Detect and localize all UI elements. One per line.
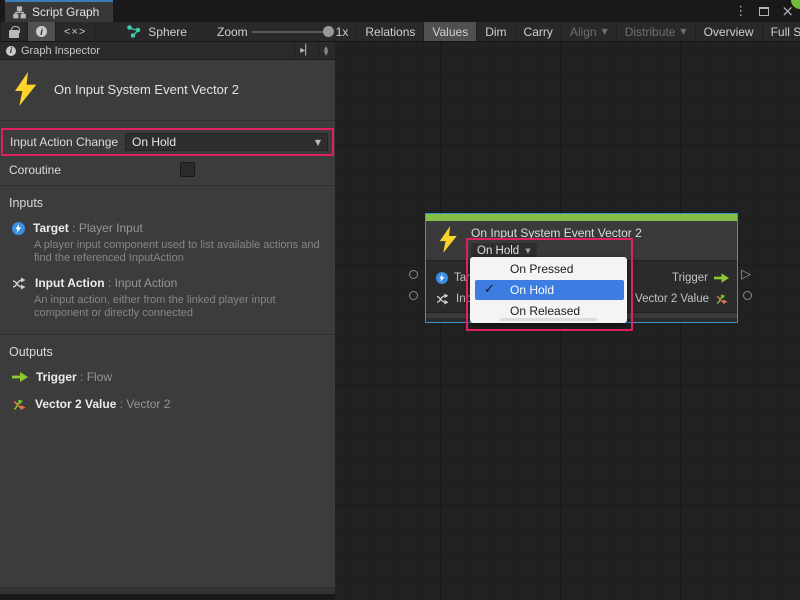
input-action-change-row-highlighted: Input Action Change On Hold ▼ (1, 128, 334, 156)
dock-icon[interactable]: ▸▏ (294, 42, 319, 60)
outputs-heading: Outputs (0, 335, 335, 363)
zoom-slider[interactable] (252, 31, 332, 33)
target-input-port[interactable] (409, 270, 418, 279)
input-action-port-description: An input action, either from the linked … (0, 292, 335, 324)
port-type: Flow (87, 370, 112, 384)
chevron-down-icon: ▼ (602, 27, 608, 36)
overview-button[interactable]: Overview (695, 22, 762, 41)
event-bolt-icon (439, 226, 458, 253)
event-bolt-icon (14, 72, 38, 106)
node-header[interactable]: On Input System Event Vector 2 On Hold ▼ (426, 221, 737, 260)
lock-button[interactable] (0, 22, 28, 41)
vector2-output-port[interactable] (743, 291, 752, 300)
info-icon: i (36, 26, 47, 37)
port-type: Player Input (79, 221, 143, 235)
more-icon[interactable]: ⋮ (734, 5, 747, 18)
graph-name-label: Sphere (148, 25, 187, 39)
node-inspector-title-row: On Input System Event Vector 2 (0, 60, 335, 121)
relations-button[interactable]: Relations (356, 22, 423, 41)
flow-arrow-icon (714, 273, 729, 283)
graph-inspector-panel: i Graph Inspector ▸▏ ▲ ▼ On Input System… (0, 42, 335, 594)
input-action-icon (12, 277, 27, 290)
maximize-icon[interactable] (759, 7, 769, 16)
player-input-icon (436, 272, 448, 284)
input-action-port-row: Input Action : Input Action (0, 269, 335, 292)
values-button[interactable]: Values (423, 22, 476, 41)
inspector-toggle-button[interactable]: i (28, 22, 56, 41)
panel-scroll-arrows[interactable]: ▲ ▼ (319, 42, 333, 60)
graph-toolbar: i <×> Sphere Zoom 1x R (0, 22, 800, 42)
input-action-icon (436, 293, 450, 305)
player-input-icon (12, 222, 25, 235)
dropdown-value: On Hold (132, 135, 176, 149)
graph-inspector-title: Graph Inspector (21, 45, 100, 57)
sphere-graph-icon (127, 25, 141, 38)
node-title: On Input System Event Vector 2 (471, 226, 642, 240)
node-vector2-port-label[interactable]: Vector 2 Value (635, 293, 709, 305)
toolbar-right-group: Relations Values Dim Carry Align ▼ Distr… (356, 22, 800, 41)
edit-source-button[interactable]: <×> (56, 22, 95, 41)
inputs-heading: Inputs (0, 186, 335, 214)
unity-script-graph-window: Script Graph ⋮ × i <×> (0, 0, 800, 600)
graph-breadcrumb[interactable]: Sphere (95, 22, 195, 41)
distribute-button[interactable]: Distribute ▼ (616, 22, 695, 41)
check-icon: ✓ (484, 282, 495, 297)
menu-item-on-hold[interactable]: ✓ On Hold (475, 280, 624, 300)
port-type: Vector 2 (126, 397, 170, 411)
tab-bar: Script Graph ⋮ × (0, 0, 800, 22)
coroutine-checkbox[interactable] (180, 162, 195, 177)
port-name: Input Action (35, 276, 105, 290)
carry-button[interactable]: Carry (515, 22, 561, 41)
graph-canvas[interactable]: On Input System Event Vector 2 On Hold ▼… (335, 42, 800, 600)
zoom-label: Zoom (217, 25, 248, 39)
chevron-down-icon: ▼ (525, 247, 530, 255)
target-port-description: A player input component used to list av… (0, 237, 335, 269)
coroutine-row: Coroutine (0, 156, 335, 186)
zoom-value: 1x (336, 25, 349, 39)
chevron-down-icon: ▼ (315, 138, 321, 147)
full-screen-button[interactable]: Full Screen (762, 22, 800, 41)
coroutine-label: Coroutine (9, 163, 61, 177)
graph-inspector-header: i Graph Inspector ▸▏ ▲ ▼ (0, 42, 335, 60)
inspector-node-title: On Input System Event Vector 2 (54, 82, 239, 97)
port-name: Target (33, 221, 69, 235)
chevron-down-icon: ▼ (680, 27, 686, 36)
port-name: Trigger (36, 370, 77, 384)
menu-bottom-grip (500, 318, 597, 321)
node-trigger-port-label[interactable]: Trigger (672, 272, 708, 284)
node-event-color-bar (426, 214, 737, 221)
info-icon: i (6, 46, 16, 56)
vector2-icon (12, 398, 27, 411)
zoom-control: Zoom 1x (195, 22, 356, 41)
code-icon: <×> (64, 26, 86, 38)
menu-item-on-pressed[interactable]: On Pressed (470, 259, 627, 279)
align-button[interactable]: Align ▼ (561, 22, 616, 41)
graph-tab-icon (13, 6, 26, 19)
tab-script-graph[interactable]: Script Graph (5, 0, 113, 22)
trigger-port-row: Trigger : Flow (0, 363, 335, 386)
window-controls: ⋮ × (734, 0, 794, 22)
tab-label: Script Graph (32, 5, 99, 19)
lock-icon (9, 30, 19, 38)
input-action-change-dropdown[interactable]: On Hold ▼ (125, 133, 328, 151)
zoom-slider-handle[interactable] (323, 26, 334, 37)
panel-bottom-edge (0, 587, 335, 594)
dim-button[interactable]: Dim (476, 22, 514, 41)
port-name: Vector 2 Value (35, 397, 116, 411)
action-change-context-menu: On Pressed ✓ On Hold On Released (470, 257, 627, 323)
input-action-input-port[interactable] (409, 291, 418, 300)
target-port-row: Target : Player Input (0, 214, 335, 237)
scroll-down-icon: ▼ (324, 51, 329, 56)
port-type: Input Action (115, 276, 178, 290)
flow-arrow-icon (12, 372, 28, 382)
vector2-port-row: Vector 2 Value : Vector 2 (0, 386, 335, 413)
vector2-icon (715, 293, 729, 305)
trigger-output-port[interactable]: ▷ (741, 268, 751, 281)
input-action-change-label: Input Action Change (10, 135, 118, 149)
